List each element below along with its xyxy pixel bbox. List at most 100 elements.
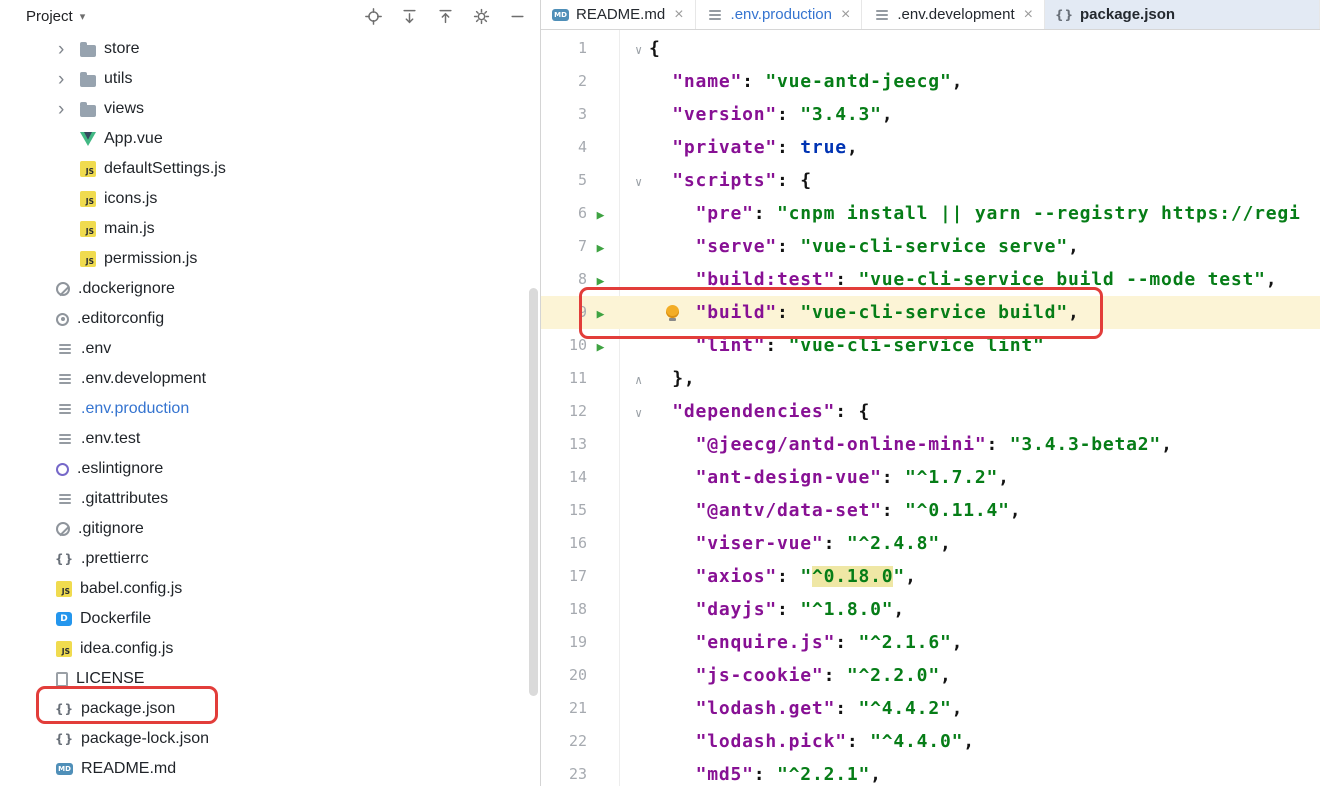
tree-item-permission.js[interactable]: JS permission.js <box>0 244 540 274</box>
tab-.env.development[interactable]: .env.development × <box>862 0 1045 29</box>
tree-item-utils[interactable]: › utils <box>0 64 540 94</box>
code-line-21[interactable]: 21 "lodash.get": "^4.4.2", <box>541 692 1320 725</box>
intention-bulb-icon[interactable] <box>666 305 679 321</box>
tree-item-LICENSE[interactable]: LICENSE <box>0 664 540 694</box>
expand-all-icon[interactable] <box>400 7 418 25</box>
chevron-right-icon[interactable]: › <box>56 40 80 59</box>
chevron-right-icon[interactable]: › <box>56 70 80 89</box>
code-line-19[interactable]: 19 "enquire.js": "^2.1.6", <box>541 626 1320 659</box>
line-number[interactable]: 15 <box>541 494 587 527</box>
code-line-15[interactable]: 15 "@antv/data-set": "^0.11.4", <box>541 494 1320 527</box>
code-line-8[interactable]: 8 ▶ "build:test": "vue-cli-service build … <box>541 263 1320 296</box>
code-line-12[interactable]: 12 ∨ "dependencies": { <box>541 395 1320 428</box>
line-number[interactable]: 9 <box>541 296 587 329</box>
tree-item-babel.config.js[interactable]: JS babel.config.js <box>0 574 540 604</box>
tree-item-.env.test[interactable]: .env.test <box>0 424 540 454</box>
code-line-7[interactable]: 7 ▶ "serve": "vue-cli-service serve", <box>541 230 1320 263</box>
tree-item-.editorconfig[interactable]: .editorconfig <box>0 304 540 334</box>
project-panel-title[interactable]: Project <box>26 8 73 25</box>
line-number[interactable]: 2 <box>541 65 587 98</box>
tree-item-.env.production[interactable]: .env.production <box>0 394 540 424</box>
code-line-13[interactable]: 13 "@jeecg/antd-online-mini": "3.4.3-bet… <box>541 428 1320 461</box>
tree-item-package.json[interactable]: {} package.json <box>0 694 540 724</box>
tree-item-.env.development[interactable]: .env.development <box>0 364 540 394</box>
close-tab-icon[interactable]: × <box>1024 6 1033 24</box>
tree-item-store[interactable]: › store <box>0 34 540 64</box>
tree-item-App.vue[interactable]: App.vue <box>0 124 540 154</box>
line-number[interactable]: 16 <box>541 527 587 560</box>
chevron-right-icon[interactable]: › <box>56 100 80 119</box>
tree-item-.gitattributes[interactable]: .gitattributes <box>0 484 540 514</box>
line-number[interactable]: 3 <box>541 98 587 131</box>
line-number[interactable]: 17 <box>541 560 587 593</box>
tab-.env.production[interactable]: .env.production × <box>696 0 863 29</box>
code-line-5[interactable]: 5 ∨ "scripts": { <box>541 164 1320 197</box>
tree-item-.prettierrc[interactable]: {} .prettierrc <box>0 544 540 574</box>
code-line-20[interactable]: 20 "js-cookie": "^2.2.0", <box>541 659 1320 692</box>
line-number[interactable]: 19 <box>541 626 587 659</box>
tree-item-defaultSettings.js[interactable]: JS defaultSettings.js <box>0 154 540 184</box>
tree-scrollbar[interactable] <box>529 288 538 696</box>
line-number[interactable]: 11 <box>541 362 587 395</box>
code-line-23[interactable]: 23 "md5": "^2.2.1", <box>541 758 1320 786</box>
tree-item-.dockerignore[interactable]: .dockerignore <box>0 274 540 304</box>
tree-item-.gitignore[interactable]: .gitignore <box>0 514 540 544</box>
fold-collapse-icon[interactable]: ∨ <box>635 175 643 189</box>
collapse-all-icon[interactable] <box>436 7 454 25</box>
fold-collapse-icon[interactable]: ∨ <box>635 43 643 57</box>
tab-README.md[interactable]: MD README.md × <box>541 0 696 29</box>
code-line-22[interactable]: 22 "lodash.pick": "^4.4.0", <box>541 725 1320 758</box>
tab-package.json[interactable]: {} package.json <box>1045 0 1320 29</box>
line-number[interactable]: 22 <box>541 725 587 758</box>
line-number[interactable]: 5 <box>541 164 587 197</box>
locate-file-icon[interactable] <box>364 7 382 25</box>
code-line-11[interactable]: 11 ∧ }, <box>541 362 1320 395</box>
fold-end-icon[interactable]: ∧ <box>635 373 643 387</box>
line-number[interactable]: 1 <box>541 32 587 65</box>
line-number[interactable]: 21 <box>541 692 587 725</box>
code-line-3[interactable]: 3 "version": "3.4.3", <box>541 98 1320 131</box>
run-script-icon[interactable]: ▶ <box>597 340 606 355</box>
run-script-icon[interactable]: ▶ <box>597 274 606 289</box>
tree-item-main.js[interactable]: JS main.js <box>0 214 540 244</box>
line-number[interactable]: 13 <box>541 428 587 461</box>
close-tab-icon[interactable]: × <box>841 6 850 24</box>
tree-item-README.md[interactable]: MD README.md <box>0 754 540 784</box>
tree-item-.env[interactable]: .env <box>0 334 540 364</box>
line-number[interactable]: 20 <box>541 659 587 692</box>
line-number[interactable]: 4 <box>541 131 587 164</box>
line-number[interactable]: 8 <box>541 263 587 296</box>
tree-item-Dockerfile[interactable]: D Dockerfile <box>0 604 540 634</box>
run-script-icon[interactable]: ▶ <box>597 241 606 256</box>
code-line-2[interactable]: 2 "name": "vue-antd-jeecg", <box>541 65 1320 98</box>
code-line-17[interactable]: 17 "axios": "^0.18.0", <box>541 560 1320 593</box>
tree-item-icons.js[interactable]: JS icons.js <box>0 184 540 214</box>
hide-panel-icon[interactable] <box>508 7 526 25</box>
line-number[interactable]: 12 <box>541 395 587 428</box>
code-line-4[interactable]: 4 "private": true, <box>541 131 1320 164</box>
code-line-18[interactable]: 18 "dayjs": "^1.8.0", <box>541 593 1320 626</box>
code-line-16[interactable]: 16 "viser-vue": "^2.4.8", <box>541 527 1320 560</box>
code-line-9[interactable]: 9 ▶ "build": "vue-cli-service build", <box>541 296 1320 329</box>
code-line-6[interactable]: 6 ▶ "pre": "cnpm install || yarn --regist… <box>541 197 1320 230</box>
chevron-down-icon[interactable]: ▾ <box>80 10 86 23</box>
tree-item-.eslintignore[interactable]: .eslintignore <box>0 454 540 484</box>
code-line-14[interactable]: 14 "ant-design-vue": "^1.7.2", <box>541 461 1320 494</box>
tree-item-package-lock.json[interactable]: {} package-lock.json <box>0 724 540 754</box>
line-number[interactable]: 23 <box>541 758 587 786</box>
run-script-icon[interactable]: ▶ <box>597 307 606 322</box>
settings-gear-icon[interactable] <box>472 7 490 25</box>
tree-item-idea.config.js[interactable]: JS idea.config.js <box>0 634 540 664</box>
line-number[interactable]: 10 <box>541 329 587 362</box>
code-line-10[interactable]: 10 ▶ "lint": "vue-cli-service lint" <box>541 329 1320 362</box>
line-number[interactable]: 7 <box>541 230 587 263</box>
code-line-1[interactable]: 1 ∨ { <box>541 32 1320 65</box>
close-tab-icon[interactable]: × <box>674 6 683 24</box>
line-number[interactable]: 14 <box>541 461 587 494</box>
code-text: "pre": "cnpm install || yarn --registry … <box>695 203 1301 224</box>
line-number[interactable]: 18 <box>541 593 587 626</box>
line-number[interactable]: 6 <box>541 197 587 230</box>
fold-collapse-icon[interactable]: ∨ <box>635 406 643 420</box>
run-script-icon[interactable]: ▶ <box>597 208 606 223</box>
tree-item-views[interactable]: › views <box>0 94 540 124</box>
